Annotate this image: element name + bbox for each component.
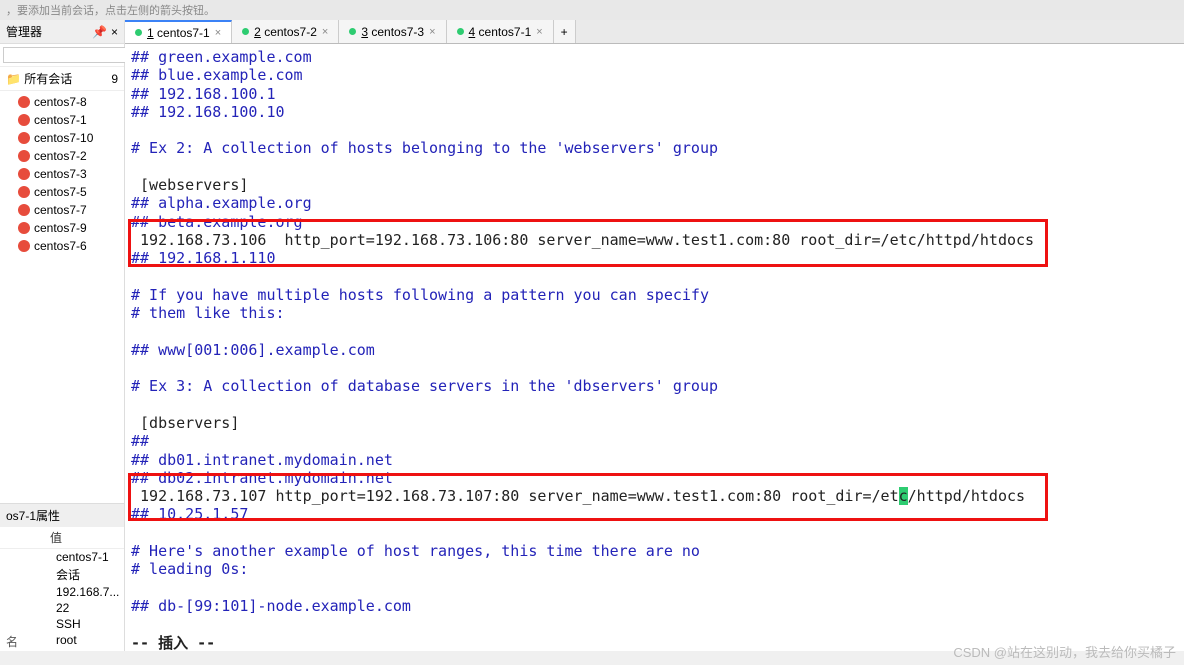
terminal-line: # Ex 3: A collection of database servers…: [131, 377, 1184, 395]
property-row: centos7-1: [0, 549, 124, 565]
terminal-line: [131, 322, 1184, 340]
sessions-list: centos7-8 centos7-1 centos7-10 centos7-2 cen…: [0, 91, 124, 257]
session-label: centos7-9: [34, 221, 87, 235]
property-row: 会话: [0, 565, 124, 584]
session-item[interactable]: centos7-2: [0, 147, 124, 165]
session-icon: [18, 168, 30, 180]
property-row: 名root: [0, 632, 124, 651]
session-icon: [18, 96, 30, 108]
add-tab-button[interactable]: +: [554, 20, 576, 43]
tab-centos7-3[interactable]: 3 centos7-3 ×: [339, 20, 446, 43]
tab-bar: 1 centos7-1×2 centos7-2×3 centos7-3×4 ce…: [125, 20, 1184, 44]
terminal-line: # Ex 2: A collection of hosts belonging …: [131, 139, 1184, 157]
session-icon: [18, 150, 30, 162]
session-label: centos7-3: [34, 167, 87, 181]
status-dot-icon: [457, 28, 464, 35]
sidebar: 管理器 📌 × 🔍 📁 所有会话 9 centos7-8centos7-1cen…: [0, 20, 125, 651]
terminal-line: ## 192.168.1.110: [131, 249, 1184, 267]
sessions-title: 所有会话: [24, 72, 72, 86]
session-label: centos7-6: [34, 239, 87, 253]
manager-title-text: 管理器: [6, 23, 42, 40]
terminal-line: ## db01.intranet.mydomain.net: [131, 451, 1184, 469]
tab-close-icon[interactable]: ×: [536, 26, 542, 38]
session-icon: [18, 114, 30, 126]
tab-centos7-1[interactable]: 1 centos7-1 ×: [125, 20, 232, 43]
session-item[interactable]: centos7-6: [0, 237, 124, 255]
status-dot-icon: [349, 28, 356, 35]
session-label: centos7-1: [34, 113, 87, 127]
session-item[interactable]: centos7-8: [0, 93, 124, 111]
tab-label: 4 centos7-1: [469, 25, 532, 39]
session-icon: [18, 132, 30, 144]
all-sessions-header[interactable]: 📁 所有会话 9: [0, 67, 124, 91]
close-icon[interactable]: ×: [111, 25, 118, 39]
session-item[interactable]: centos7-10: [0, 129, 124, 147]
terminal-line: [131, 359, 1184, 377]
terminal-line: ## alpha.example.org: [131, 194, 1184, 212]
terminal-line: [131, 158, 1184, 176]
tab-centos7-1[interactable]: 4 centos7-1 ×: [447, 20, 554, 43]
props-column-head: 值: [0, 527, 124, 549]
terminal-line: ## db02.intranet.mydomain.net: [131, 469, 1184, 487]
session-label: centos7-7: [34, 203, 87, 217]
terminal-line: 192.168.73.106 http_port=192.168.73.106:…: [131, 231, 1184, 249]
terminal-line: ## green.example.com: [131, 48, 1184, 66]
pin-icon[interactable]: 📌: [92, 25, 107, 39]
session-label: centos7-10: [34, 131, 93, 145]
terminal-line: ## 192.168.100.1: [131, 85, 1184, 103]
tab-label: 3 centos7-3: [361, 25, 424, 39]
session-label: centos7-2: [34, 149, 87, 163]
hint-bar: ，要添加当前会话，点击左侧的箭头按钮。: [0, 0, 1184, 20]
property-row: SSH: [0, 616, 124, 632]
session-item[interactable]: centos7-7: [0, 201, 124, 219]
terminal-line: ## blue.example.com: [131, 66, 1184, 84]
terminal-line: # If you have multiple hosts following a…: [131, 286, 1184, 304]
session-item[interactable]: centos7-1: [0, 111, 124, 129]
status-dot-icon: [242, 28, 249, 35]
terminal-line: [131, 396, 1184, 414]
tab-close-icon[interactable]: ×: [215, 27, 221, 39]
terminal-line: # Here's another example of host ranges,…: [131, 542, 1184, 560]
session-item[interactable]: centos7-3: [0, 165, 124, 183]
terminal-line: [131, 579, 1184, 597]
status-dot-icon: [135, 29, 142, 36]
terminal[interactable]: ## green.example.com## blue.example.com#…: [125, 44, 1184, 651]
manager-panel-title: 管理器 📌 ×: [0, 20, 124, 44]
session-icon: [18, 240, 30, 252]
property-row: 192.168.7...: [0, 584, 124, 600]
session-item[interactable]: centos7-5: [0, 183, 124, 201]
terminal-line: [dbservers]: [131, 414, 1184, 432]
session-icon: [18, 222, 30, 234]
sessions-count: 9: [111, 72, 118, 86]
terminal-line: ##: [131, 432, 1184, 450]
terminal-line: [131, 524, 1184, 542]
terminal-line: [131, 268, 1184, 286]
tab-label: 1 centos7-1: [147, 26, 210, 40]
terminal-line: # leading 0s:: [131, 560, 1184, 578]
properties-panel-title: os7-1属性: [0, 503, 124, 527]
terminal-line: [131, 615, 1184, 633]
watermark: CSDN @站在这别动，我去给你买橘子: [953, 642, 1176, 661]
session-icon: [18, 186, 30, 198]
terminal-line: ## beta.example.org: [131, 213, 1184, 231]
terminal-line: [webservers]: [131, 176, 1184, 194]
terminal-line: ## db-[99:101]-node.example.com: [131, 597, 1184, 615]
terminal-line: ## 10.25.1.57: [131, 505, 1184, 523]
tab-close-icon[interactable]: ×: [429, 26, 435, 38]
terminal-line: [131, 121, 1184, 139]
tab-label: 2 centos7-2: [254, 25, 317, 39]
terminal-line: ## 192.168.100.10: [131, 103, 1184, 121]
terminal-line: ## www[001:006].example.com: [131, 341, 1184, 359]
terminal-line: # them like this:: [131, 304, 1184, 322]
session-label: centos7-8: [34, 95, 87, 109]
tab-centos7-2[interactable]: 2 centos7-2 ×: [232, 20, 339, 43]
terminal-line: 192.168.73.107 http_port=192.168.73.107:…: [131, 487, 1184, 505]
tab-close-icon[interactable]: ×: [322, 26, 328, 38]
session-label: centos7-5: [34, 185, 87, 199]
property-row: 22: [0, 600, 124, 616]
session-icon: [18, 204, 30, 216]
session-item[interactable]: centos7-9: [0, 219, 124, 237]
